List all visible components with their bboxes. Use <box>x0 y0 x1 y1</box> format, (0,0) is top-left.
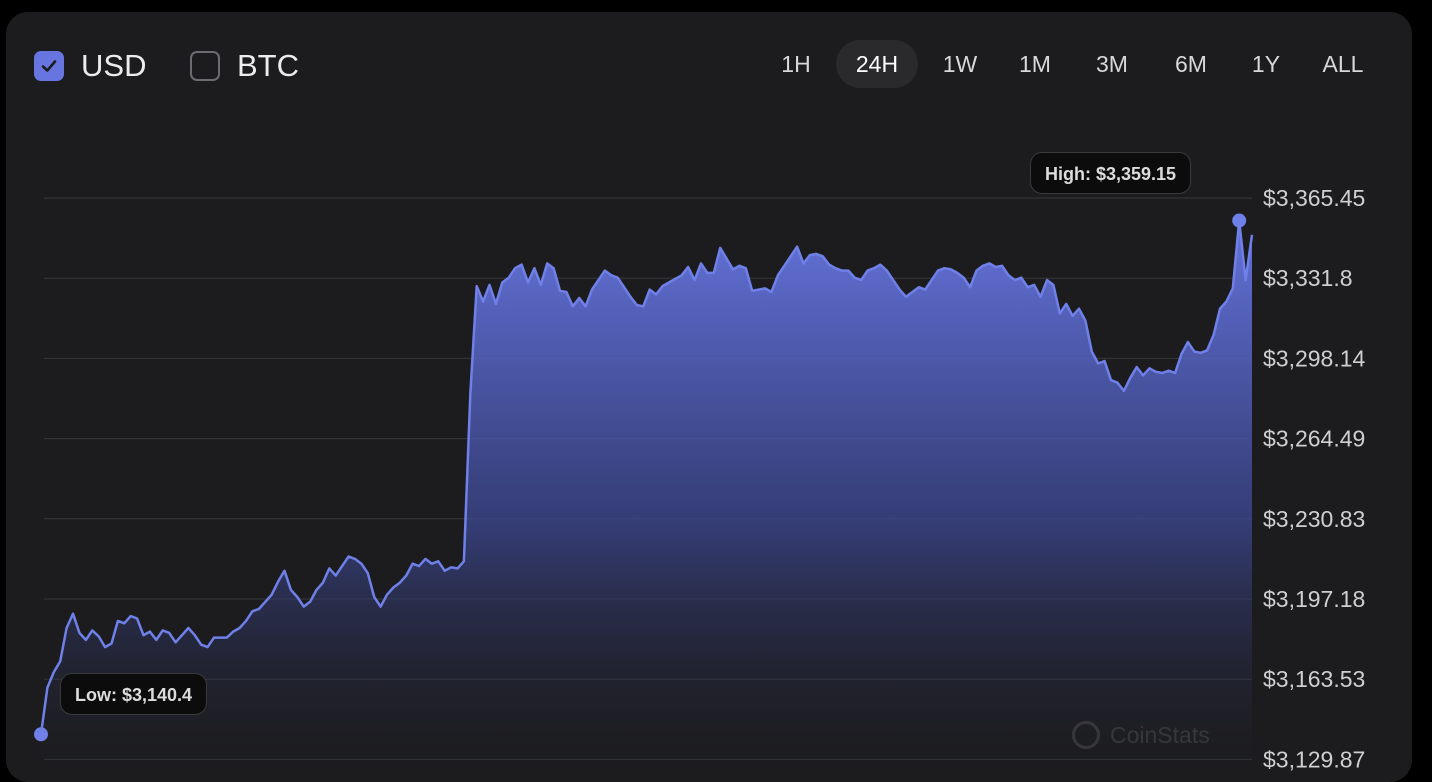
high-tooltip: High: $3,359.15 <box>1030 152 1191 194</box>
low-point-marker[interactable] <box>34 727 48 741</box>
y-tick-label: $3,230.83 <box>1263 506 1365 532</box>
high-point-marker[interactable] <box>1232 214 1246 228</box>
y-tick-label: $3,264.49 <box>1263 426 1365 452</box>
y-axis-labels: $3,365.45 $3,331.8 $3,298.14 $3,264.49 $3,23… <box>1263 185 1366 772</box>
coinstats-watermark: CoinStats <box>1072 721 1210 749</box>
y-tick-label: $3,197.18 <box>1263 586 1365 612</box>
watermark-text: CoinStats <box>1110 722 1210 749</box>
y-tick-label: $3,365.45 <box>1263 185 1365 211</box>
price-chart[interactable]: $3,365.45 $3,331.8 $3,298.14 $3,264.49 $3,23… <box>6 12 1412 782</box>
coinstats-logo-icon <box>1072 721 1100 749</box>
chart-panel: USD BTC 1H 24H 1W 1M 3M 6M 1Y ALL $3,365… <box>6 12 1412 782</box>
y-tick-label: $3,331.8 <box>1263 265 1353 291</box>
price-area <box>41 221 1252 782</box>
low-tooltip: Low: $3,140.4 <box>60 673 207 715</box>
y-tick-label: $3,129.87 <box>1263 746 1365 772</box>
y-tick-label: $3,298.14 <box>1263 345 1366 371</box>
y-tick-label: $3,163.53 <box>1263 666 1365 692</box>
